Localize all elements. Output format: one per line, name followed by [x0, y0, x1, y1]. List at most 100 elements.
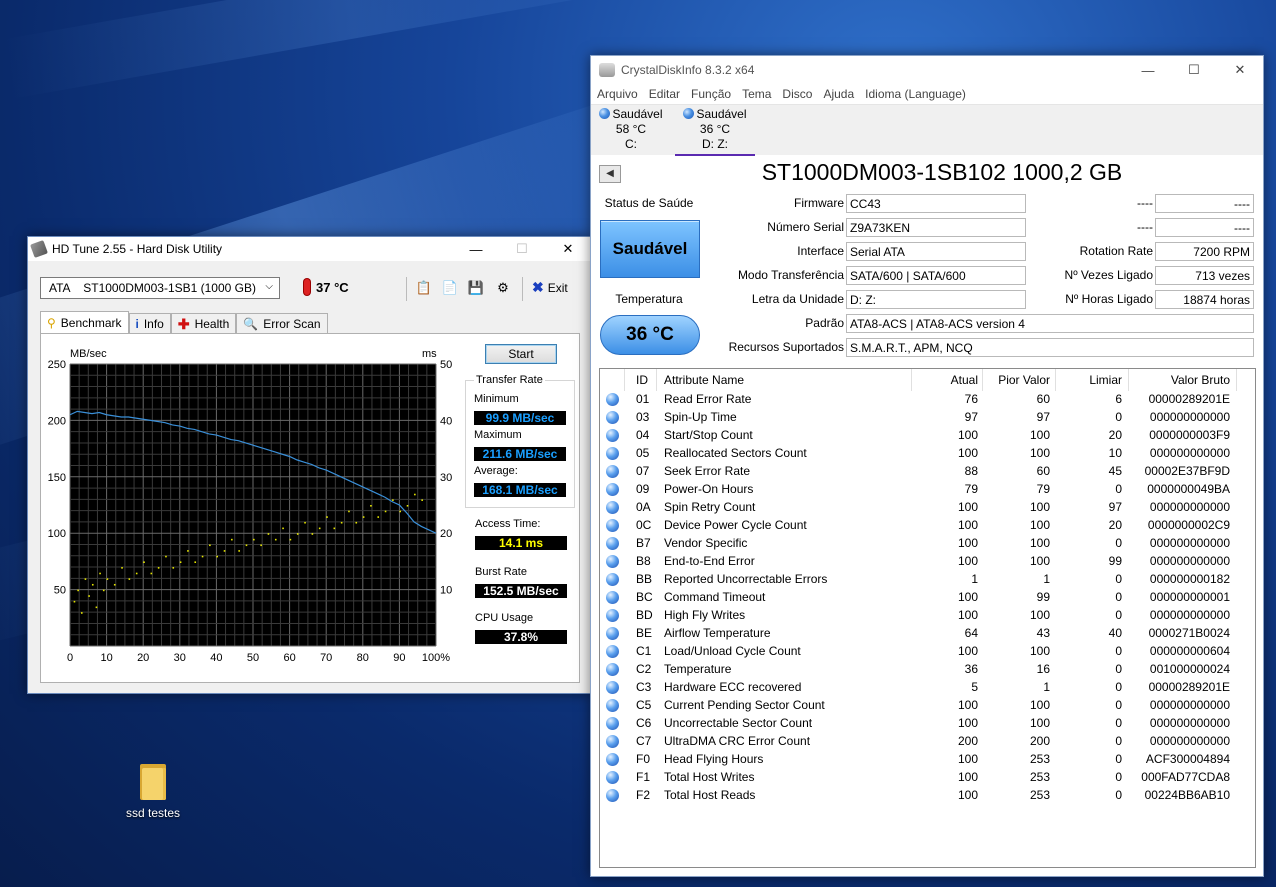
table-row[interactable]: 03 Spin-Up Time 97 97 0 000000000000	[600, 409, 1255, 427]
smart-raw: 00000289201E	[1148, 392, 1230, 406]
table-row[interactable]: F2 Total Host Reads 100 253 0 00224BB6AB10	[600, 787, 1255, 805]
tab-health[interactable]: ✚ Health	[170, 313, 237, 334]
smart-worst: 100	[1029, 500, 1050, 514]
tab-label: Info	[143, 317, 164, 331]
col-worst[interactable]: Pior Valor	[980, 373, 1050, 387]
smart-name: Total Host Writes	[664, 770, 755, 784]
disk-tab-c[interactable]: Saudável 58 °C C:	[591, 107, 671, 152]
health-status-badge[interactable]: Saudável	[600, 220, 700, 278]
options-button[interactable]: ⚙	[493, 278, 513, 298]
smart-id: 01	[636, 392, 650, 406]
table-row[interactable]: 01 Read Error Rate 76 60 6 00000289201E	[600, 391, 1255, 409]
average-value: 168.1 MB/sec	[474, 483, 566, 497]
chevron-down-icon: ⌵	[265, 281, 273, 292]
features-label: Recursos Suportados	[728, 340, 844, 354]
transfer-rate-title: Transfer Rate	[474, 374, 545, 386]
smart-threshold: 0	[1115, 752, 1122, 766]
table-row[interactable]: 07 Seek Error Rate 88 60 45 00002E37BF9D	[600, 463, 1255, 481]
table-row[interactable]: F0 Head Flying Hours 100 253 0 ACF300004894	[600, 751, 1255, 769]
temperature-value: 37 °C	[316, 279, 349, 295]
table-row[interactable]: C1 Load/Unload Cycle Count 100 100 0 00000000…	[600, 643, 1255, 661]
table-row[interactable]: BE Airflow Temperature 64 43 40 0000271B0024	[600, 625, 1255, 643]
table-row[interactable]: 04 Start/Stop Count 100 100 20 0000000003F9	[600, 427, 1255, 445]
col-id[interactable]: ID	[636, 373, 648, 387]
table-row[interactable]: B7 Vendor Specific 100 100 0 000000000000	[600, 535, 1255, 553]
table-row[interactable]: C2 Temperature 36 16 0 001000000024	[600, 661, 1255, 679]
drive-select[interactable]: ATA ST1000DM003-1SB1 (1000 GB) ⌵	[40, 277, 280, 299]
desktop-folder-ssd-testes[interactable]: ssd testes	[118, 762, 188, 820]
smart-name: Seek Error Rate	[664, 464, 751, 478]
access-time-point	[421, 499, 423, 501]
table-row[interactable]: C5 Current Pending Sector Count 100 100 0 000…	[600, 697, 1255, 715]
access-time-point	[289, 538, 292, 541]
disk-temp: 36 °C	[699, 122, 731, 136]
cdi-titlebar[interactable]: CrystalDiskInfo 8.3.2 x64 — ☐ ✕	[591, 56, 1263, 84]
y2-tick-label: 20	[440, 528, 452, 540]
table-row[interactable]: 0A Spin Retry Count 100 100 97 000000000000	[600, 499, 1255, 517]
tab-info[interactable]: i Info	[128, 313, 171, 334]
smart-current: 100	[957, 500, 978, 514]
table-row[interactable]: B8 End-to-End Error 100 100 99 000000000000	[600, 553, 1255, 571]
table-row[interactable]: 0C Device Power Cycle Count 100 100 20 000000…	[600, 517, 1255, 535]
tab-error-scan[interactable]: 🔍 Error Scan	[236, 313, 328, 334]
close-button[interactable]: ✕	[545, 237, 591, 261]
save-button[interactable]: 💾	[466, 278, 486, 298]
menu-ajuda[interactable]: Ajuda	[823, 87, 854, 101]
smart-worst: 100	[1029, 536, 1050, 550]
access-time-point	[77, 589, 79, 592]
smart-name: End-to-End Error	[664, 554, 755, 568]
disk-letter: D: Z:	[702, 137, 728, 151]
table-row[interactable]: BB Reported Uncorrectable Errors 1 1 0 000000…	[600, 571, 1255, 589]
menu-arquivo[interactable]: Arquivo	[597, 87, 638, 101]
col-raw-value[interactable]: Valor Bruto	[1130, 373, 1230, 387]
smart-id: C6	[636, 716, 652, 730]
copy-screenshot-button[interactable]: 📄	[440, 278, 460, 298]
table-row[interactable]: BC Command Timeout 100 99 0 000000000001	[600, 589, 1255, 607]
table-row[interactable]: 09 Power-On Hours 79 79 0 0000000049BA	[600, 481, 1255, 499]
smart-table[interactable]: ID Attribute Name Atual Pior Valor Limia…	[599, 368, 1256, 868]
col-current[interactable]: Atual	[920, 373, 978, 387]
col-threshold[interactable]: Limiar	[1052, 373, 1122, 387]
y2-tick-label: 40	[440, 415, 452, 427]
smart-current: 100	[957, 428, 978, 442]
table-row[interactable]: C7 UltraDMA CRC Error Count 200 200 0 0000000…	[600, 733, 1255, 751]
col-attribute-name[interactable]: Attribute Name	[664, 373, 744, 387]
access-time-point	[165, 555, 167, 558]
minimize-button[interactable]: —	[453, 237, 499, 261]
smart-raw: 000000000000	[1149, 446, 1230, 460]
access-time-point	[102, 589, 105, 592]
close-button[interactable]: ✕	[1217, 56, 1263, 84]
menu-funcao[interactable]: Função	[691, 87, 731, 101]
y2-tick-label: 10	[440, 585, 452, 597]
minimize-button[interactable]: —	[1125, 56, 1171, 84]
maximize-button[interactable]: ☐	[499, 237, 545, 261]
table-row[interactable]: F1 Total Host Writes 100 253 0 000FAD77CDA8	[600, 769, 1255, 787]
menu-disco[interactable]: Disco	[782, 87, 812, 101]
hdtune-titlebar[interactable]: HD Tune 2.55 - Hard Disk Utility — ☐ ✕	[28, 237, 591, 261]
x-tick-label: 30	[174, 652, 186, 664]
copy-info-button[interactable]: 📋	[414, 278, 434, 298]
maximize-button[interactable]: ☐	[1171, 56, 1217, 84]
access-time-point	[384, 510, 387, 513]
exit-button[interactable]: ✖ Exit	[532, 279, 568, 296]
x-tick-label: 90	[393, 652, 405, 664]
smart-threshold: 40	[1108, 626, 1122, 640]
smart-current: 100	[957, 608, 978, 622]
disk-tab-d[interactable]: Saudável 36 °C D: Z:	[675, 107, 755, 156]
smart-raw: 000000000000	[1149, 554, 1230, 568]
table-row[interactable]: 05 Reallocated Sectors Count 100 100 10 00000…	[600, 445, 1255, 463]
table-row[interactable]: C6 Uncorrectable Sector Count 100 100 0 00000…	[600, 715, 1255, 733]
menu-tema[interactable]: Tema	[742, 87, 771, 101]
menu-idioma[interactable]: Idioma (Language)	[865, 87, 966, 101]
table-row[interactable]: BD High Fly Writes 100 100 0 000000000000	[600, 607, 1255, 625]
access-time-point	[143, 561, 145, 563]
menu-editar[interactable]: Editar	[649, 87, 680, 101]
tab-benchmark[interactable]: ⚲ Benchmark	[40, 311, 129, 334]
access-time-point	[296, 533, 299, 535]
table-row[interactable]: C3 Hardware ECC recovered 5 1 0 00000289201E	[600, 679, 1255, 697]
smart-name: Total Host Reads	[664, 788, 756, 802]
smart-id: C5	[636, 698, 652, 712]
smart-threshold: 0	[1115, 590, 1122, 604]
start-button[interactable]: Start	[485, 344, 557, 364]
status-ball-icon	[606, 393, 619, 406]
